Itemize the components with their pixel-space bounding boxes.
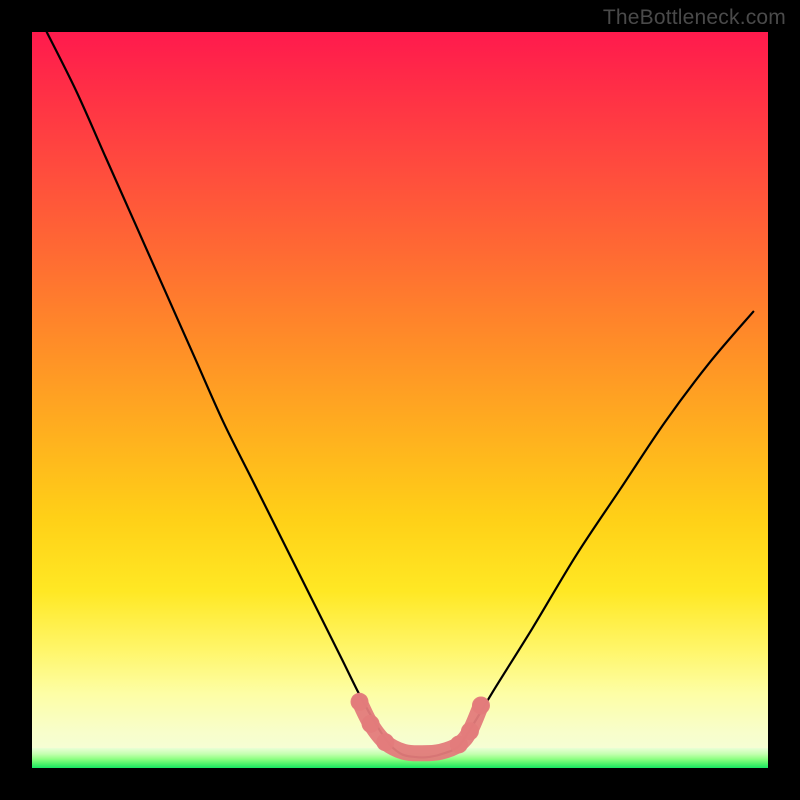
bottleneck-curve bbox=[47, 32, 754, 757]
optimal-markers bbox=[351, 693, 490, 754]
curve-svg bbox=[32, 32, 768, 768]
plot-area bbox=[32, 32, 768, 768]
chart-frame: TheBottleneck.com bbox=[0, 0, 800, 800]
watermark-text: TheBottleneck.com bbox=[603, 6, 786, 30]
